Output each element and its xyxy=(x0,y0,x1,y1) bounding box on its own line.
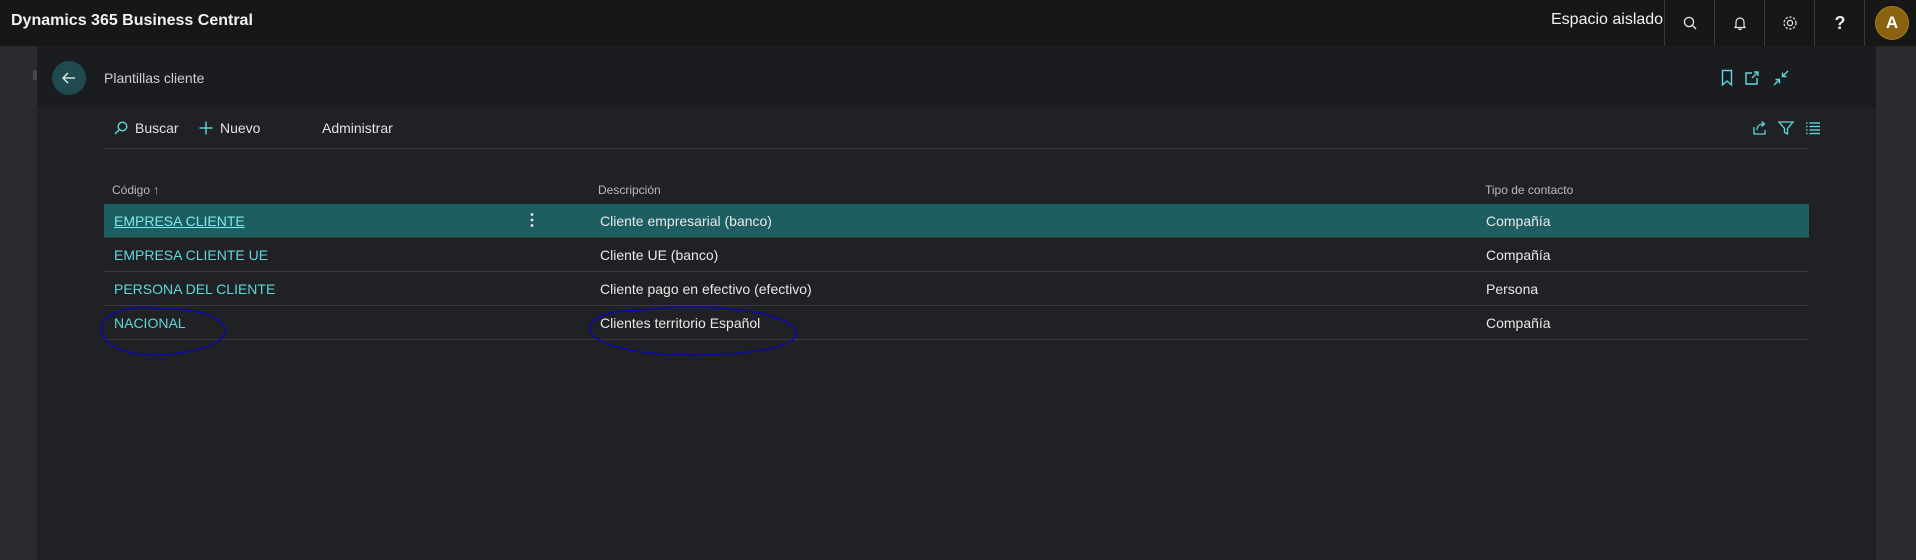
background-page xyxy=(0,46,37,560)
description-cell: Clientes territorio Español xyxy=(600,315,761,331)
table-row[interactable]: PERSONA DEL CLIENTE Cliente pago en efec… xyxy=(104,272,1809,306)
share-button[interactable] xyxy=(1750,118,1770,138)
column-header-contact-type[interactable]: Tipo de contacto xyxy=(1485,183,1573,197)
filter-button[interactable] xyxy=(1776,118,1796,138)
search-action[interactable]: Buscar xyxy=(113,108,179,148)
action-bar: Buscar Nuevo Administrar xyxy=(104,108,1820,149)
gear-icon xyxy=(1783,16,1797,30)
contact-type-cell: Persona xyxy=(1486,281,1539,297)
open-in-new-window-icon xyxy=(1745,71,1759,85)
share-icon xyxy=(1753,121,1766,135)
open-in-new-window-button[interactable] xyxy=(1742,68,1762,88)
avatar[interactable]: A xyxy=(1875,6,1909,40)
templates-grid: Código ↑ Descripción Tipo de contacto EM… xyxy=(104,176,1809,340)
arrow-left-icon xyxy=(62,72,75,84)
search-action-label: Buscar xyxy=(135,120,179,136)
more-vertical-icon xyxy=(530,213,534,227)
contact-type-cell: Compañía xyxy=(1486,213,1551,229)
page-header: Plantillas cliente xyxy=(37,46,1876,108)
collapse-button[interactable] xyxy=(1771,68,1791,88)
description-cell: Cliente empresarial (banco) xyxy=(600,213,772,229)
contact-type-cell: Compañía xyxy=(1486,247,1551,263)
plus-icon xyxy=(199,121,213,135)
manage-menu[interactable]: Administrar xyxy=(322,108,393,148)
list-view-button[interactable] xyxy=(1803,118,1823,138)
top-app-bar: Dynamics 365 Business Central Espacio ai… xyxy=(0,0,1916,46)
description-cell: Cliente UE (banco) xyxy=(600,247,719,263)
description-cell: Cliente pago en efectivo (efectivo) xyxy=(600,281,812,297)
manage-menu-label: Administrar xyxy=(322,120,393,136)
table-row[interactable]: NACIONAL Clientes territorio Español Com… xyxy=(104,306,1809,340)
background-page-right xyxy=(1876,46,1916,560)
environment-label: Espacio aislado xyxy=(1551,11,1664,28)
question-mark-icon: ? xyxy=(1834,12,1846,33)
page-panel: Plantillas cliente Buscar Nuevo Administ… xyxy=(37,46,1876,560)
collapse-icon xyxy=(1773,70,1789,86)
help-button[interactable]: ? xyxy=(1814,0,1865,46)
column-header-code[interactable]: Código ↑ xyxy=(112,183,159,197)
table-row[interactable]: EMPRESA CLIENTE UE Cliente UE (banco) Co… xyxy=(104,238,1809,272)
code-cell[interactable]: EMPRESA CLIENTE UE xyxy=(114,247,268,263)
bookmark-button[interactable] xyxy=(1717,68,1737,88)
back-button[interactable] xyxy=(52,61,86,95)
code-cell[interactable]: EMPRESA CLIENTE xyxy=(114,213,245,229)
code-cell[interactable]: NACIONAL xyxy=(114,315,186,331)
new-button-label: Nuevo xyxy=(220,120,261,136)
table-row[interactable]: EMPRESA CLIENTE Cliente empresarial (ban… xyxy=(104,204,1809,238)
new-button[interactable]: Nuevo xyxy=(198,108,260,148)
filter-icon xyxy=(1777,121,1795,136)
page-title: Plantillas cliente xyxy=(104,70,205,86)
contact-type-cell: Compañía xyxy=(1486,315,1551,331)
settings-button[interactable] xyxy=(1764,0,1815,46)
app-title[interactable]: Dynamics 365 Business Central xyxy=(11,12,253,30)
notifications-button[interactable] xyxy=(1714,0,1765,46)
search-icon xyxy=(1683,16,1697,30)
code-cell[interactable]: PERSONA DEL CLIENTE xyxy=(114,281,275,297)
search-button[interactable] xyxy=(1664,0,1715,46)
bookmark-icon xyxy=(1721,69,1733,87)
row-actions-button[interactable] xyxy=(522,210,542,230)
search-icon xyxy=(114,121,128,135)
column-header-description[interactable]: Descripción xyxy=(598,183,661,197)
list-view-icon xyxy=(1806,122,1820,135)
bell-icon xyxy=(1733,17,1747,31)
grid-header: Código ↑ Descripción Tipo de contacto xyxy=(104,176,1809,204)
